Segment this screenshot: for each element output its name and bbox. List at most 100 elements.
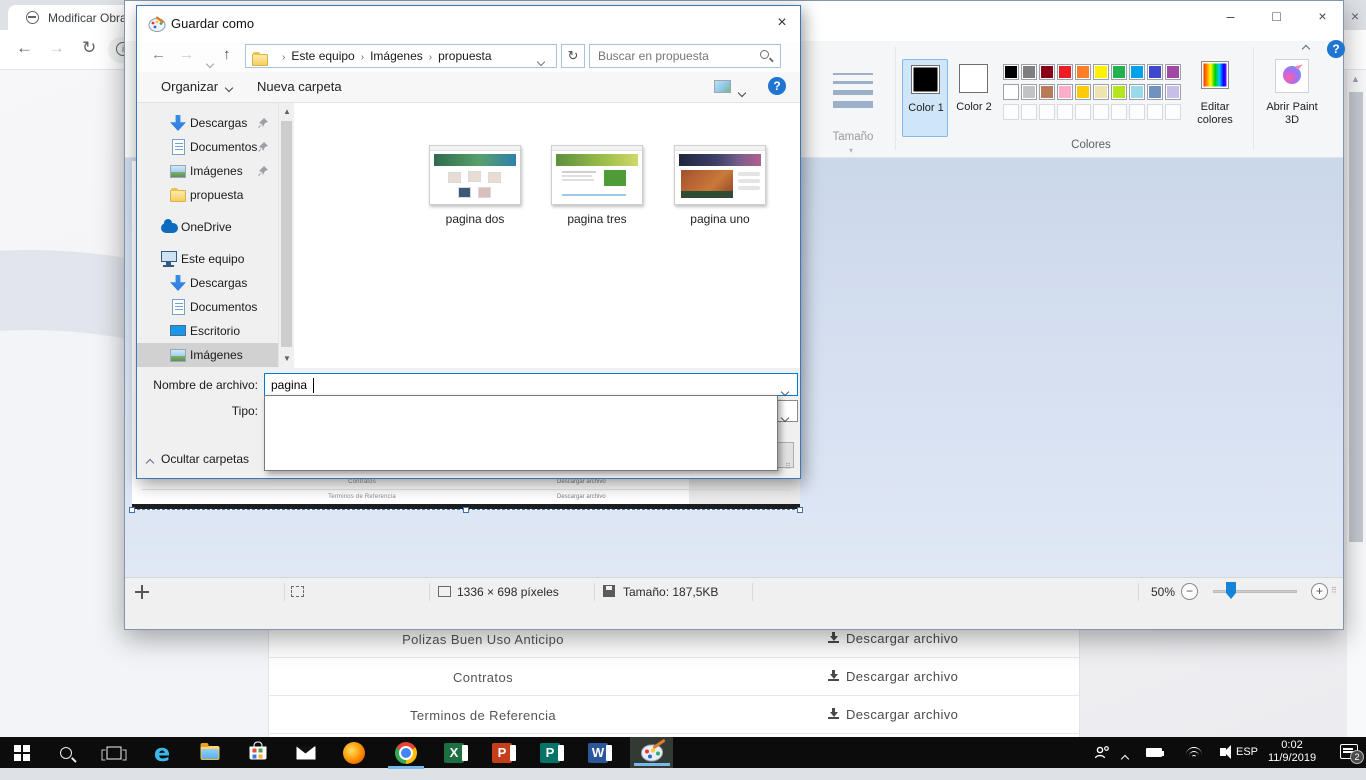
edit-colors-button[interactable]: Editar colores (1184, 59, 1246, 145)
file-item-pagina-uno[interactable]: pagina uno (665, 145, 775, 226)
selection-handle[interactable] (797, 507, 803, 513)
browser-forward-icon[interactable]: → (48, 38, 65, 58)
palette-swatch[interactable] (1075, 64, 1091, 80)
download-link[interactable]: Descargar archivo (828, 707, 958, 722)
help-icon[interactable]: ? (1327, 40, 1345, 58)
file-explorer-button[interactable] (188, 740, 232, 766)
palette-swatch[interactable] (1057, 64, 1073, 80)
selection-handle[interactable] (463, 507, 469, 513)
view-mode-icon[interactable] (714, 80, 731, 93)
tray-expand-icon[interactable] (1122, 749, 1128, 780)
maximize-button[interactable]: □ (1254, 1, 1299, 33)
palette-swatch[interactable] (1093, 64, 1109, 80)
breadcrumb-item[interactable]: Imágenes (370, 49, 423, 63)
breadcrumb-item[interactable]: propuesta (438, 49, 491, 63)
palette-swatch[interactable] (1075, 104, 1091, 120)
forward-icon[interactable]: → (179, 46, 194, 63)
dialog-help-icon[interactable]: ? (768, 77, 786, 95)
color2-button[interactable]: Color 2 (951, 59, 997, 137)
palette-swatch[interactable] (1165, 84, 1181, 100)
task-view-button[interactable] (92, 740, 136, 766)
mail-button[interactable] (284, 740, 328, 766)
clock[interactable]: 0:02 11/9/2019 (1260, 739, 1324, 770)
sidebar-item-onedrive[interactable]: OneDrive (137, 215, 278, 239)
store-button[interactable] (236, 740, 280, 766)
color1-button[interactable]: Color 1 (902, 59, 948, 137)
sidebar-item-escritorio[interactable]: Escritorio (137, 319, 278, 343)
dialog-close-icon[interactable]: × (767, 14, 797, 36)
palette-swatch[interactable] (1057, 104, 1073, 120)
zoom-slider-thumb[interactable] (1226, 582, 1236, 599)
resize-grip[interactable]: ⠿ (1331, 586, 1341, 598)
sidebar-scrollbar[interactable]: ▲ ▼ (278, 103, 293, 368)
word-button[interactable]: W (576, 740, 620, 766)
breadcrumb[interactable]: ›Este equipo›Imágenes›propuesta (245, 44, 557, 68)
keyboard-language[interactable]: ESP (1236, 746, 1258, 777)
filename-combobox[interactable] (264, 373, 798, 396)
browser-close-icon[interactable]: × (1351, 8, 1359, 24)
palette-swatch[interactable] (1129, 64, 1145, 80)
open-paint3d-button[interactable]: Abrir Paint 3D (1261, 59, 1323, 145)
close-button[interactable]: × (1300, 1, 1345, 33)
hide-folders-button[interactable]: Ocultar carpetas (147, 452, 249, 470)
dialog-resize-grip[interactable]: ⠿ (785, 462, 792, 471)
scrollbar-up-icon[interactable]: ▲ (1351, 74, 1360, 84)
scroll-up-icon[interactable]: ▲ (283, 107, 291, 116)
firefox-button[interactable] (332, 740, 376, 766)
palette-swatch[interactable] (1165, 104, 1181, 120)
taskbar-search-button[interactable] (44, 740, 88, 766)
sidebar-item-propuesta[interactable]: propuesta (137, 183, 278, 207)
palette-swatch[interactable] (1021, 104, 1037, 120)
sidebar-item-este-equipo[interactable]: Este equipo (137, 247, 278, 271)
file-item-pagina-tres[interactable]: pagina tres (542, 145, 652, 226)
type-dropdown-icon[interactable] (782, 408, 788, 426)
refresh-icon[interactable]: ↻ (561, 44, 585, 68)
download-link[interactable]: Descargar archivo (828, 669, 958, 684)
palette-swatch[interactable] (1021, 64, 1037, 80)
selection-handle[interactable] (129, 507, 135, 513)
palette-swatch[interactable] (1021, 84, 1037, 100)
palette-swatch[interactable] (1093, 84, 1109, 100)
palette-swatch[interactable] (1129, 84, 1145, 100)
chrome-button[interactable] (384, 740, 428, 766)
file-item-pagina-dos[interactable]: pagina dos (420, 145, 530, 226)
view-mode-dropdown-icon[interactable] (739, 84, 745, 99)
dialog-titlebar[interactable]: Guardar como × (137, 6, 800, 42)
publisher-button[interactable]: P (528, 740, 572, 766)
scrollbar-thumb[interactable] (281, 121, 292, 347)
powerpoint-button[interactable]: P (480, 740, 524, 766)
new-folder-button[interactable]: Nueva carpeta (257, 79, 342, 94)
palette-swatch[interactable] (1129, 104, 1145, 120)
palette-swatch[interactable] (1057, 84, 1073, 100)
battery-icon[interactable] (1146, 748, 1162, 757)
start-button[interactable] (0, 740, 44, 766)
filename-autocomplete-dropdown[interactable] (264, 395, 778, 471)
palette-swatch[interactable] (1165, 64, 1181, 80)
organize-button[interactable]: Organizar (161, 79, 232, 94)
palette-swatch[interactable] (1147, 84, 1163, 100)
back-icon[interactable]: ← (151, 46, 166, 63)
palette-swatch[interactable] (1003, 104, 1019, 120)
zoom-slider-track[interactable] (1213, 590, 1297, 593)
sidebar-item-descargas[interactable]: Descargas (137, 111, 278, 135)
collapse-ribbon-icon[interactable] (1303, 43, 1309, 55)
breadcrumb-dropdown-icon[interactable] (538, 54, 544, 68)
palette-swatch[interactable] (1003, 64, 1019, 80)
palette-swatch[interactable] (1003, 84, 1019, 100)
palette-swatch[interactable] (1039, 84, 1055, 100)
search-input[interactable] (598, 47, 753, 65)
palette-swatch[interactable] (1111, 104, 1127, 120)
download-link[interactable]: Descargar archivo (828, 631, 958, 646)
sidebar-item-imagenes-pc[interactable]: Imágenes (137, 343, 278, 367)
recent-locations-icon[interactable] (207, 54, 213, 72)
palette-swatch[interactable] (1147, 104, 1163, 120)
up-icon[interactable]: ↑ (223, 46, 231, 63)
size-button[interactable]: Tamaño ▾ (819, 61, 887, 153)
palette-swatch[interactable] (1039, 64, 1055, 80)
excel-button[interactable]: X (432, 740, 476, 766)
browser-back-icon[interactable]: ← (16, 38, 33, 58)
edge-button[interactable]: e (140, 740, 184, 766)
sidebar-item-descargas-pc[interactable]: Descargas (137, 271, 278, 295)
paint-taskbar-button[interactable] (630, 737, 673, 768)
scrollbar-thumb[interactable] (1349, 92, 1363, 542)
